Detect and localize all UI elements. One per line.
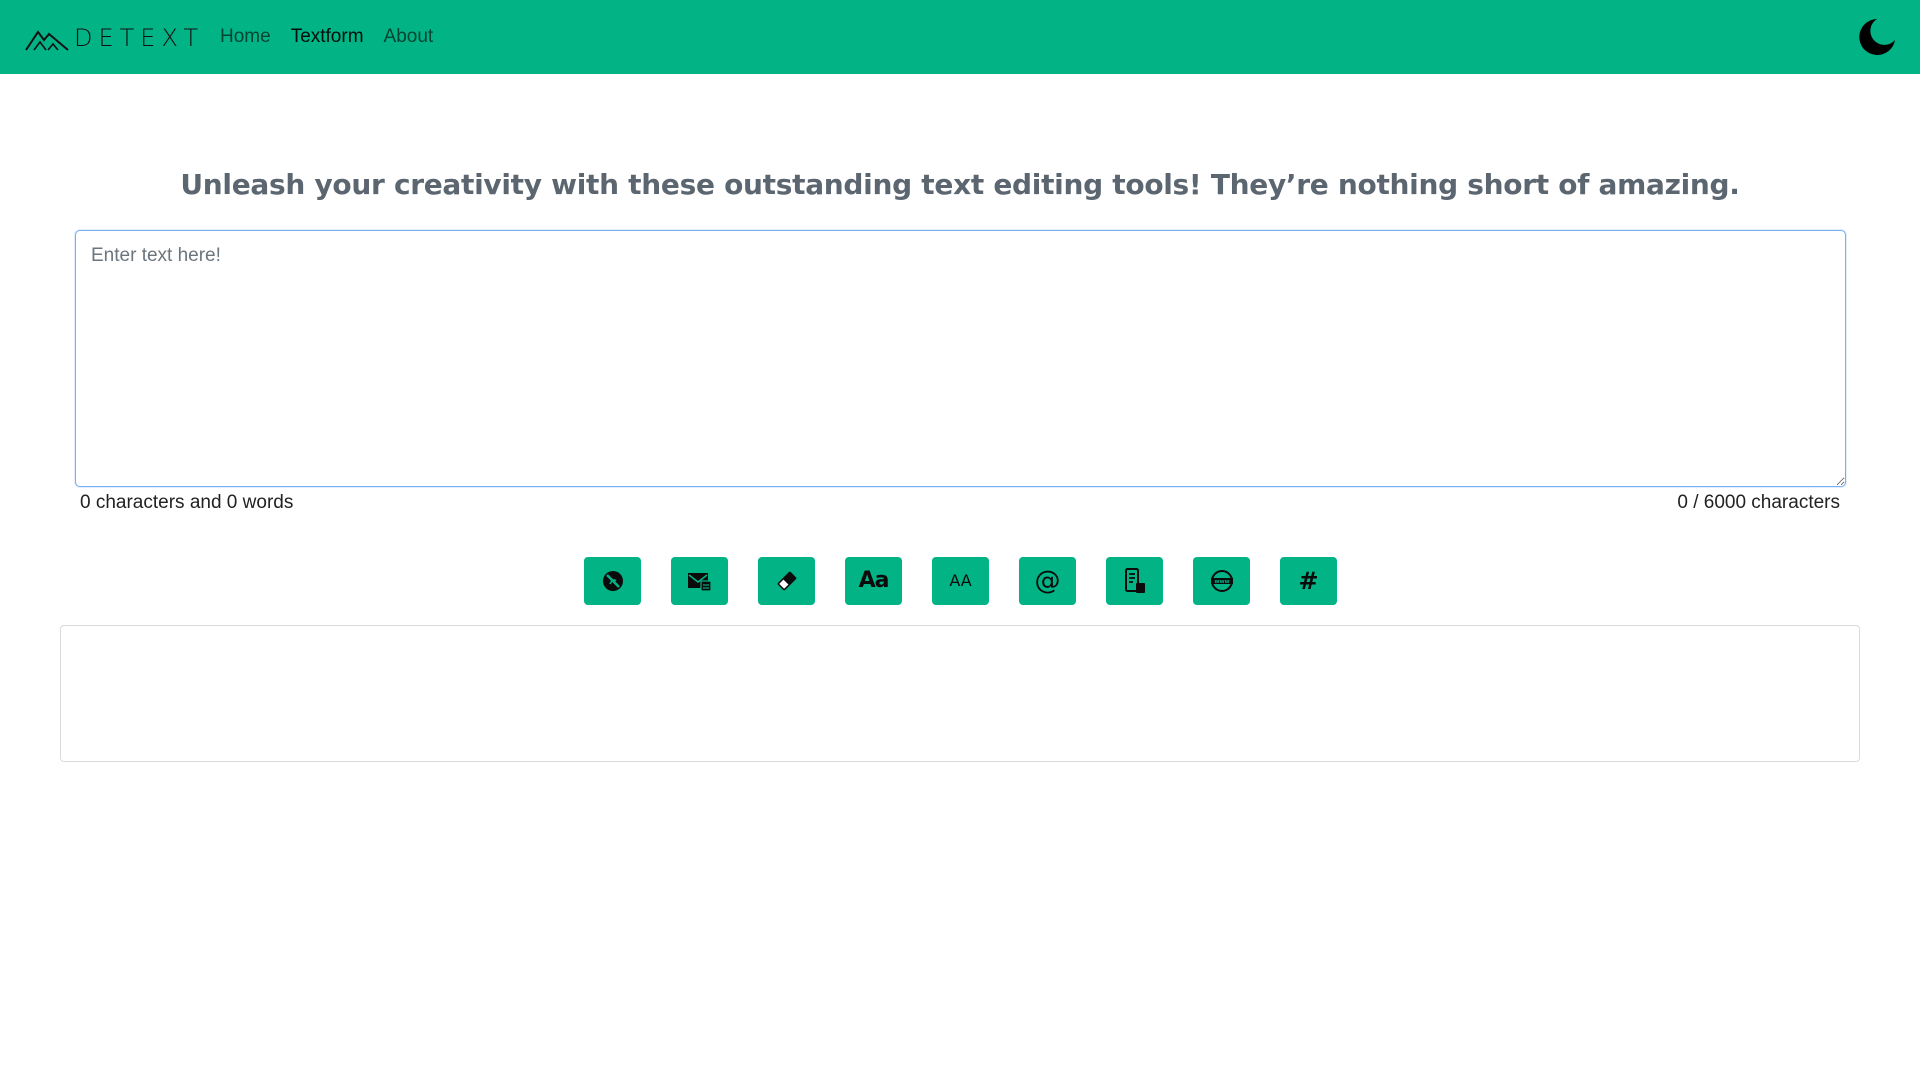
brand[interactable]: DETEXT — [24, 22, 204, 54]
tool-buttons: Aa AA @ www # — [584, 557, 1337, 605]
eraser-icon — [777, 571, 796, 591]
svg-text:www: www — [1214, 579, 1229, 585]
word-count: 0 characters and 0 words — [80, 492, 294, 513]
nav-about[interactable]: About — [384, 26, 434, 48]
url-extract-icon: www — [1210, 570, 1233, 592]
page-heading: Unleash your creativity with these outst… — [180, 168, 1740, 201]
uppercase-icon: AA — [949, 571, 972, 590]
hashtag-extract-icon: # — [1298, 567, 1319, 595]
moon-icon — [1859, 19, 1895, 55]
mountain-logo-icon — [25, 30, 69, 51]
extract-hashtag-button[interactable]: # — [1280, 557, 1337, 605]
erase-button[interactable] — [758, 557, 815, 605]
dark-mode-toggle[interactable] — [1856, 16, 1898, 58]
nav-links: Home Textform About — [220, 0, 453, 74]
capitalize-icon: Aa — [858, 568, 890, 593]
capitalize-button[interactable]: Aa — [845, 557, 902, 605]
extract-email-button[interactable]: @ — [1019, 557, 1076, 605]
clear-text-button[interactable] — [584, 557, 641, 605]
extract-url-button[interactable]: www — [1193, 557, 1250, 605]
extract-phone-button[interactable] — [1106, 557, 1163, 605]
brand-name: DETEXT — [74, 24, 205, 52]
copy-mail-icon — [687, 573, 712, 592]
char-limit-count: 0 / 6000 characters — [1677, 492, 1840, 513]
copy-text-button[interactable] — [671, 557, 728, 605]
nav-textform[interactable]: Textform — [291, 26, 364, 48]
phone-extract-icon — [1124, 568, 1145, 593]
output-preview — [60, 625, 1860, 762]
nav-home[interactable]: Home — [220, 26, 271, 48]
navbar: DETEXT Home Textform About — [0, 0, 1920, 74]
clear-circle-icon — [602, 571, 623, 591]
uppercase-button[interactable]: AA — [932, 557, 989, 605]
email-extract-icon: @ — [1034, 566, 1061, 596]
text-input[interactable] — [75, 230, 1846, 487]
